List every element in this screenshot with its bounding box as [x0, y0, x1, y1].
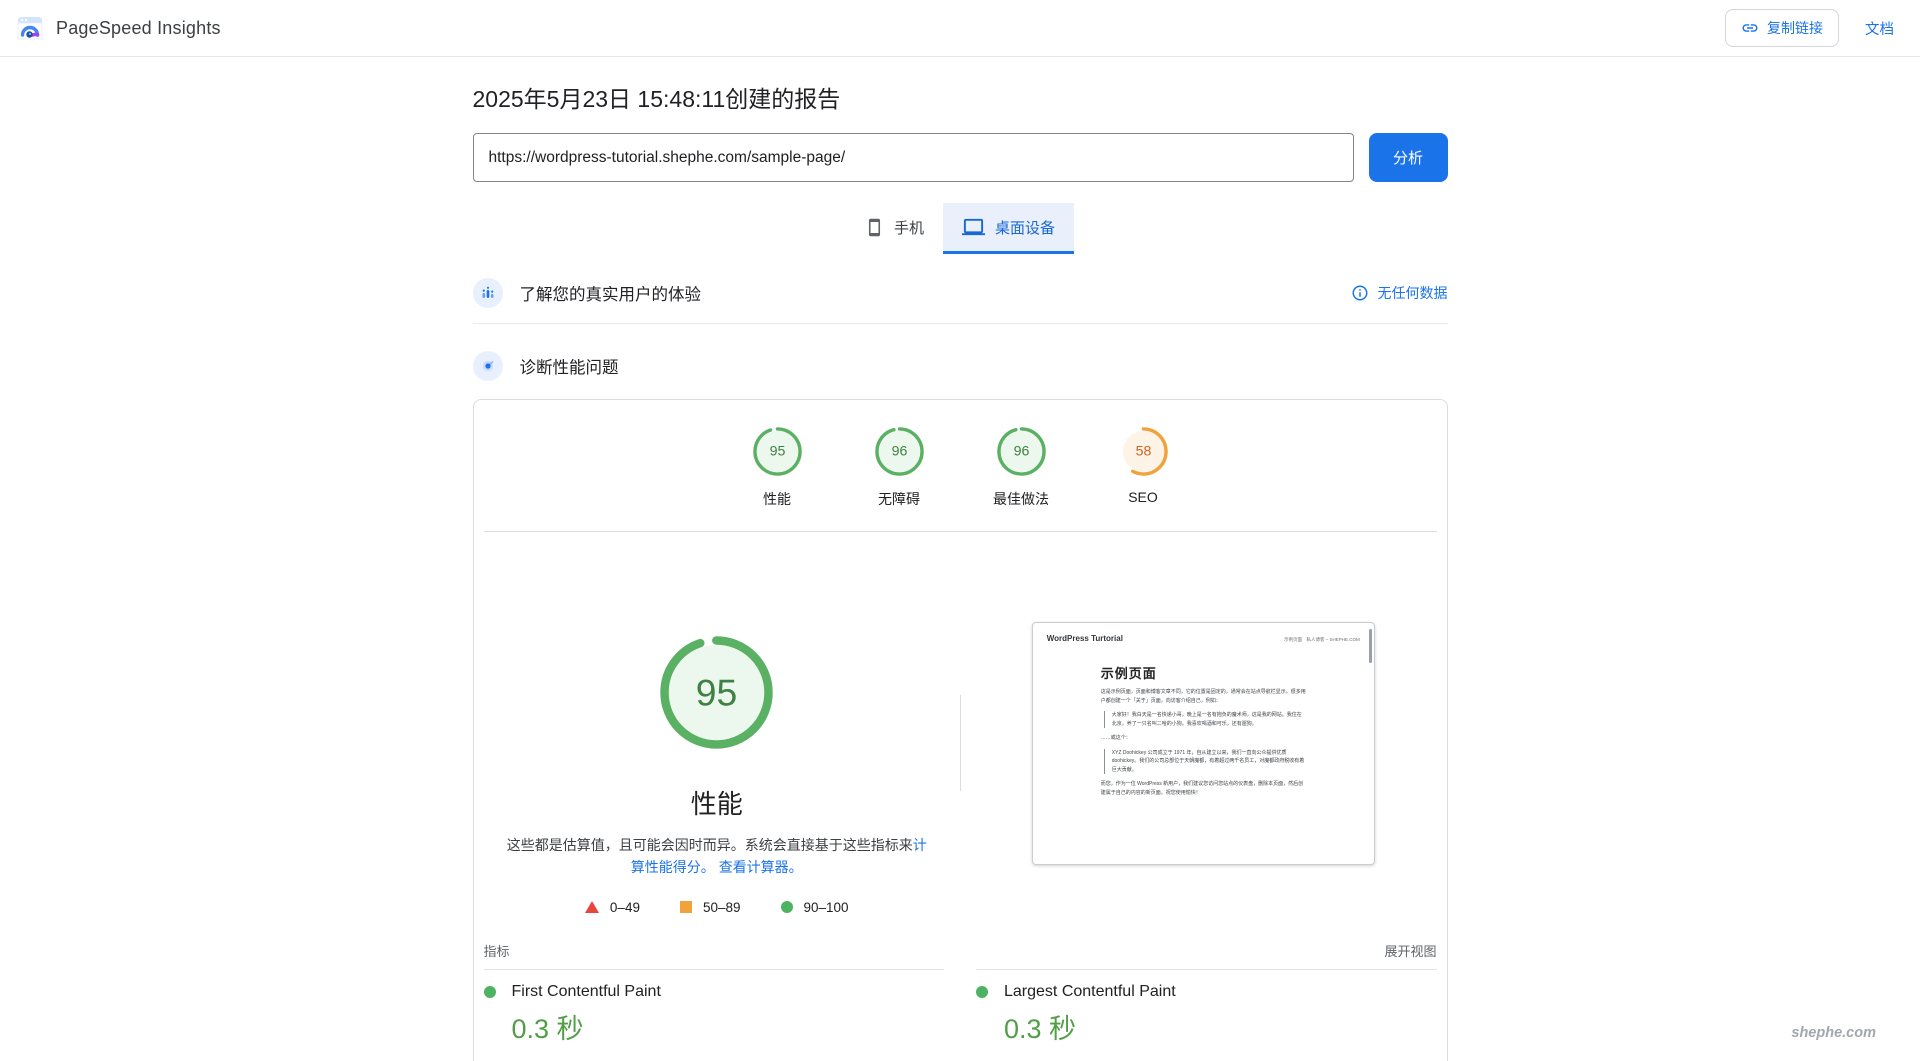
category-scores-row: 95 性能 96 无障碍 96 最佳做法 58 SEO	[474, 400, 1447, 509]
seo-gauge-label: SEO	[1128, 489, 1158, 505]
thumb-heading: 示例页面	[1100, 666, 1157, 681]
info-icon	[1351, 284, 1369, 302]
red-triangle-icon	[584, 901, 599, 914]
docs-link[interactable]: 文档	[1865, 18, 1894, 39]
best-practices-gauge[interactable]: 96	[996, 427, 1046, 476]
score-best-practices[interactable]: 96 最佳做法	[966, 427, 1076, 509]
expand-view-link[interactable]: 展开视图	[1384, 941, 1436, 960]
metrics-label: 指标	[483, 943, 510, 959]
metric-fcp: First Contentful Paint 0.3 秒	[483, 968, 944, 1061]
copy-link-label: 复制链接	[1767, 20, 1823, 36]
performance-big-gauge: 95	[660, 636, 773, 749]
thumb-site-title: WordPress Turtorial	[1046, 634, 1123, 643]
performance-desc-text: 这些都是估算值，且可能会因时而异。系统会直接基于这些指标来	[506, 837, 913, 853]
svg-text:95: 95	[696, 672, 737, 714]
legend-good: 90–100	[780, 899, 849, 915]
performance-gauge-label: 性能	[763, 491, 791, 507]
svg-text:96: 96	[1013, 444, 1029, 460]
link-icon	[1741, 19, 1759, 37]
thumb-blockquote: XYZ Doohickey 公司成立于 1971 年，自从建立以来，我们一直向公…	[1103, 748, 1306, 774]
no-data-link[interactable]: 无任何数据	[1351, 283, 1448, 303]
metric-lcp: Largest Contentful Paint 0.3 秒	[976, 968, 1437, 1061]
svg-text:95: 95	[769, 444, 785, 460]
tab-mobile-label: 手机	[893, 219, 924, 237]
tab-desktop-label: 桌面设备	[995, 219, 1056, 237]
legend-good-range: 90–100	[803, 899, 849, 915]
report-title: 2025年5月23日 15:48:11创建的报告	[472, 86, 841, 112]
accessibility-gauge[interactable]: 96	[874, 427, 924, 476]
column-divider	[960, 695, 961, 791]
app-title: PageSpeed Insights	[56, 17, 221, 38]
pagespeed-logo-icon	[16, 14, 44, 42]
analyze-form: 分析	[472, 133, 1448, 182]
performance-section-label: 性能	[690, 789, 743, 819]
performance-description: 这些都是估算值，且可能会因时而异。系统会直接基于这些指标来计算性能得分。 查看计…	[502, 834, 932, 879]
orange-square-icon	[679, 901, 692, 914]
phone-icon	[865, 218, 884, 237]
seo-gauge[interactable]: 58	[1118, 427, 1168, 476]
real-user-experience-icon	[472, 278, 503, 308]
metric-name: First Contentful Paint	[511, 982, 661, 1000]
field-data-title: 了解您的真实用户的体验	[519, 286, 702, 304]
green-dot-icon	[976, 985, 988, 998]
thumb-nav: 示例页面 私人博客 – SHEPHE.COM	[1283, 637, 1360, 642]
laptop-icon	[962, 216, 985, 239]
page-screenshot-thumbnail[interactable]: WordPress Turtorial 示例页面 私人博客 – SHEPHE.C…	[1031, 622, 1375, 865]
analyze-button[interactable]: 分析	[1368, 133, 1448, 182]
metric-name: Largest Contentful Paint	[1004, 982, 1176, 1000]
accessibility-gauge-label: 无障碍	[878, 491, 920, 507]
svg-text:58: 58	[1135, 444, 1151, 460]
tab-desktop[interactable]: 桌面设备	[943, 203, 1075, 254]
legend-average: 50–89	[679, 899, 741, 915]
report-card: 95 性能 96 无障碍 96 最佳做法 58 SEO 95 性能 这些都是估算…	[472, 399, 1448, 1061]
field-data-section: 了解您的真实用户的体验 无任何数据	[472, 278, 1448, 308]
metric-value: 0.3 秒	[1004, 1013, 1077, 1044]
diagnose-section: 诊断性能问题	[472, 351, 1448, 381]
metrics-grid: First Contentful Paint 0.3 秒 Largest Con…	[474, 968, 1447, 1061]
no-data-label: 无任何数据	[1377, 285, 1448, 301]
app-header: PageSpeed Insights 复制链接 文档	[0, 0, 1920, 57]
see-calculator-link[interactable]: 查看计算器。	[719, 859, 803, 875]
device-tabs: 手机 桌面设备	[473, 203, 1448, 254]
tab-mobile[interactable]: 手机	[846, 203, 943, 251]
url-input[interactable]	[472, 133, 1354, 182]
score-legend: 0–49 50–89 90–100	[584, 899, 849, 915]
section-divider	[472, 323, 1448, 324]
diagnose-title: 诊断性能问题	[519, 359, 619, 377]
legend-average-range: 50–89	[702, 899, 741, 915]
green-dot-icon	[483, 985, 496, 998]
thumb-paragraph: ……或这个：	[1100, 735, 1131, 741]
svg-text:96: 96	[891, 444, 907, 460]
copy-link-button[interactable]: 复制链接	[1725, 9, 1839, 47]
score-performance[interactable]: 95 性能	[722, 427, 832, 509]
legend-poor: 0–49	[584, 899, 640, 915]
best-practices-gauge-label: 最佳做法	[993, 491, 1049, 507]
watermark: shephe.com	[1791, 1025, 1876, 1041]
thumb-paragraph: 这是示例页面，页面和博客文章不同，它的位置是固定的，通常会在站点导航栏显示。很多…	[1100, 689, 1306, 704]
legend-poor-range: 0–49	[609, 899, 640, 915]
thumb-paragraph: 而您，作为一位 WordPress 新用户，我们建议您访问您站点的仪表盘，删除本…	[1100, 781, 1304, 796]
performance-gauge[interactable]: 95	[752, 427, 802, 476]
diagnose-gauge-icon	[472, 351, 503, 381]
green-circle-icon	[780, 901, 793, 914]
metric-value: 0.3 秒	[511, 1013, 584, 1044]
thumb-blockquote: 大家好！我白天是一名快递小哥，晚上是一名有抱负的魔术师，这是我的网站。我住在北京…	[1103, 711, 1306, 728]
score-accessibility[interactable]: 96 无障碍	[844, 427, 954, 509]
brand[interactable]: PageSpeed Insights	[16, 14, 221, 42]
thumb-scrollbar	[1368, 629, 1372, 663]
score-seo[interactable]: 58 SEO	[1088, 427, 1198, 509]
